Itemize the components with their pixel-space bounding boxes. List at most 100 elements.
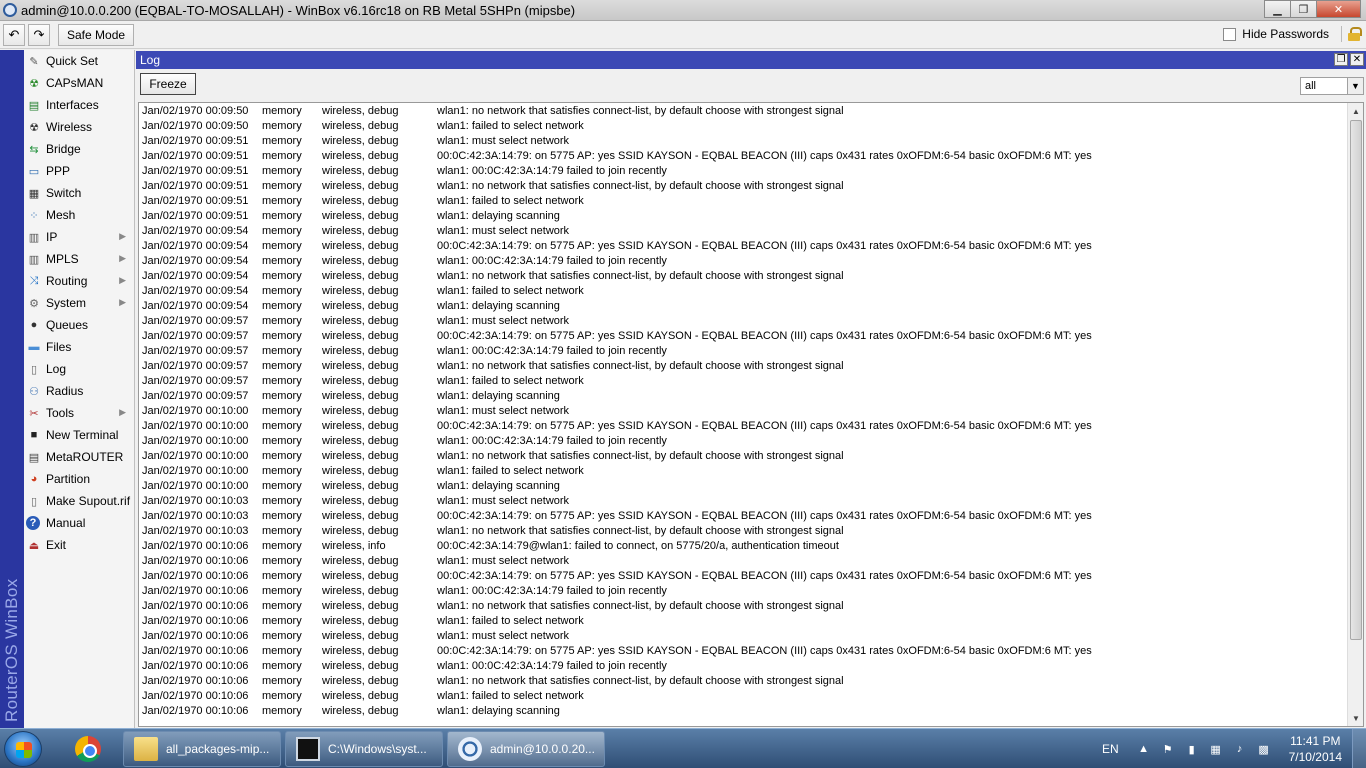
log-message: wlan1: delaying scanning bbox=[437, 209, 560, 222]
log-row[interactable]: Jan/02/1970 00:09:54 memory wireless, debu… bbox=[139, 253, 1363, 268]
sidebar-item-mpls[interactable]: ▥ MPLS ▶ bbox=[24, 248, 134, 270]
vertical-scrollbar[interactable]: ▲ ▼ bbox=[1347, 103, 1363, 726]
show-desktop-button[interactable] bbox=[1352, 729, 1366, 768]
app-tray-icon[interactable]: ▩ bbox=[1257, 742, 1271, 756]
log-row[interactable]: Jan/02/1970 00:09:54 memory wireless, debu… bbox=[139, 283, 1363, 298]
log-row[interactable]: Jan/02/1970 00:10:00 memory wireless, debu… bbox=[139, 403, 1363, 418]
log-row[interactable]: Jan/02/1970 00:09:51 memory wireless, debu… bbox=[139, 178, 1363, 193]
log-restore-button[interactable]: ❐ bbox=[1334, 53, 1348, 66]
clock[interactable]: 11:41 PM 7/10/2014 bbox=[1289, 733, 1342, 765]
log-row[interactable]: Jan/02/1970 00:09:54 memory wireless, debu… bbox=[139, 223, 1363, 238]
task-winbox[interactable]: admin@10.0.0.20... bbox=[447, 731, 605, 767]
log-row[interactable]: Jan/02/1970 00:09:50 memory wireless, debu… bbox=[139, 118, 1363, 133]
language-indicator[interactable]: EN bbox=[1102, 742, 1119, 756]
action-center-flag-icon[interactable]: ⚑ bbox=[1161, 742, 1175, 756]
sidebar-item-log[interactable]: ▯ Log bbox=[24, 358, 134, 380]
log-row[interactable]: Jan/02/1970 00:10:00 memory wireless, debu… bbox=[139, 463, 1363, 478]
close-button[interactable]: ✕ bbox=[1316, 0, 1361, 18]
sidebar-item-queues[interactable]: ● Queues bbox=[24, 314, 134, 336]
safe-mode-button[interactable]: Safe Mode bbox=[58, 23, 135, 46]
log-row[interactable]: Jan/02/1970 00:09:50 memory wireless, debu… bbox=[139, 103, 1363, 118]
log-topics: wireless, debug bbox=[322, 134, 399, 147]
redo-button[interactable]: ↷ bbox=[28, 23, 50, 46]
undo-button[interactable]: ↶ bbox=[3, 23, 25, 46]
log-row[interactable]: Jan/02/1970 00:10:03 memory wireless, debu… bbox=[139, 508, 1363, 523]
log-topics: wireless, debug bbox=[322, 584, 399, 597]
chevron-down-icon[interactable]: ▼ bbox=[1347, 78, 1363, 94]
scroll-up-icon[interactable]: ▲ bbox=[1348, 103, 1363, 119]
log-row[interactable]: Jan/02/1970 00:10:00 memory wireless, debu… bbox=[139, 478, 1363, 493]
log-close-button[interactable]: ✕ bbox=[1350, 53, 1364, 66]
log-row[interactable]: Jan/02/1970 00:10:06 memory wireless, debu… bbox=[139, 688, 1363, 703]
log-row[interactable]: Jan/02/1970 00:09:51 memory wireless, debu… bbox=[139, 208, 1363, 223]
log-row[interactable]: Jan/02/1970 00:09:57 memory wireless, debu… bbox=[139, 313, 1363, 328]
sidebar-item-new-terminal[interactable]: ■ New Terminal bbox=[24, 424, 134, 446]
log-row[interactable]: Jan/02/1970 00:10:06 memory wireless, debu… bbox=[139, 703, 1363, 718]
log-row[interactable]: Jan/02/1970 00:09:54 memory wireless, debu… bbox=[139, 298, 1363, 313]
log-row[interactable]: Jan/02/1970 00:10:06 memory wireless, debu… bbox=[139, 673, 1363, 688]
log-topics: wireless, debug bbox=[322, 389, 399, 402]
log-row[interactable]: Jan/02/1970 00:10:06 memory wireless, debu… bbox=[139, 553, 1363, 568]
task-folder[interactable]: all_packages-mip... bbox=[123, 731, 281, 767]
log-row[interactable]: Jan/02/1970 00:10:06 memory wireless, debu… bbox=[139, 613, 1363, 628]
sidebar-item-wireless[interactable]: ☢ Wireless bbox=[24, 116, 134, 138]
sidebar-item-system[interactable]: ⚙ System ▶ bbox=[24, 292, 134, 314]
log-row[interactable]: Jan/02/1970 00:10:06 memory wireless, debu… bbox=[139, 583, 1363, 598]
sidebar-item-bridge[interactable]: ⇆ Bridge bbox=[24, 138, 134, 160]
log-row[interactable]: Jan/02/1970 00:10:06 memory wireless, debu… bbox=[139, 568, 1363, 583]
log-row[interactable]: Jan/02/1970 00:09:57 memory wireless, debu… bbox=[139, 358, 1363, 373]
sidebar-item-capsman[interactable]: ☢ CAPsMAN bbox=[24, 72, 134, 94]
sidebar-item-quick-set[interactable]: ✎ Quick Set bbox=[24, 50, 134, 72]
log-topics: wireless, debug bbox=[322, 344, 399, 357]
volume-icon[interactable]: ♪ bbox=[1233, 742, 1247, 756]
log-row[interactable]: Jan/02/1970 00:10:03 memory wireless, debu… bbox=[139, 493, 1363, 508]
scrollbar-thumb[interactable] bbox=[1350, 120, 1362, 640]
log-row[interactable]: Jan/02/1970 00:10:00 memory wireless, debu… bbox=[139, 448, 1363, 463]
log-row[interactable]: Jan/02/1970 00:09:57 memory wireless, debu… bbox=[139, 343, 1363, 358]
show-hidden-icons-icon[interactable]: ▲ bbox=[1137, 742, 1151, 756]
sidebar-item-routing[interactable]: ⤨ Routing ▶ bbox=[24, 270, 134, 292]
sidebar-item-metarouter[interactable]: ▤ MetaROUTER bbox=[24, 446, 134, 468]
log-row[interactable]: Jan/02/1970 00:09:51 memory wireless, debu… bbox=[139, 133, 1363, 148]
sidebar-item-exit[interactable]: ⏏ Exit bbox=[24, 534, 134, 556]
log-filter-select[interactable]: all ▼ bbox=[1300, 77, 1364, 95]
sidebar-item-manual[interactable]: ? Manual bbox=[24, 512, 134, 534]
sidebar-item-partition[interactable]: ◕ Partition bbox=[24, 468, 134, 490]
sidebar-item-ip[interactable]: ▥ IP ▶ bbox=[24, 226, 134, 248]
task-cmd[interactable]: C:\Windows\syst... bbox=[285, 731, 443, 767]
sidebar-item-tools[interactable]: ✂ Tools ▶ bbox=[24, 402, 134, 424]
log-row[interactable]: Jan/02/1970 00:10:06 memory wireless, debu… bbox=[139, 598, 1363, 613]
log-row[interactable]: Jan/02/1970 00:09:57 memory wireless, debu… bbox=[139, 328, 1363, 343]
sidebar-item-switch[interactable]: ▦ Switch bbox=[24, 182, 134, 204]
log-row[interactable]: Jan/02/1970 00:10:00 memory wireless, debu… bbox=[139, 433, 1363, 448]
log-row[interactable]: Jan/02/1970 00:09:51 memory wireless, debu… bbox=[139, 193, 1363, 208]
log-row[interactable]: Jan/02/1970 00:10:06 memory wireless, debu… bbox=[139, 643, 1363, 658]
sidebar-item-radius[interactable]: ⚇ Radius bbox=[24, 380, 134, 402]
log-row[interactable]: Jan/02/1970 00:09:57 memory wireless, debu… bbox=[139, 388, 1363, 403]
network-icon[interactable]: ▦ bbox=[1209, 742, 1223, 756]
sidebar-item-ppp[interactable]: ▭ PPP bbox=[24, 160, 134, 182]
start-button[interactable] bbox=[4, 731, 42, 767]
chrome-taskbar-button[interactable] bbox=[60, 731, 116, 767]
log-row[interactable]: Jan/02/1970 00:10:06 memory wireless, debu… bbox=[139, 628, 1363, 643]
log-row[interactable]: Jan/02/1970 00:09:54 memory wireless, debu… bbox=[139, 238, 1363, 253]
log-message: 00:0C:42:3A:14:79: on 5775 AP: yes SSID … bbox=[437, 644, 1092, 657]
log-row[interactable]: Jan/02/1970 00:10:00 memory wireless, debu… bbox=[139, 418, 1363, 433]
sidebar-item-mesh[interactable]: ⁘ Mesh bbox=[24, 204, 134, 226]
log-row[interactable]: Jan/02/1970 00:09:51 memory wireless, debu… bbox=[139, 163, 1363, 178]
sidebar-item-interfaces[interactable]: ▤ Interfaces bbox=[24, 94, 134, 116]
sidebar-item-files[interactable]: ▬ Files bbox=[24, 336, 134, 358]
freeze-button[interactable]: Freeze bbox=[140, 73, 196, 95]
sidebar-item-make-supout-rif[interactable]: ▯ Make Supout.rif bbox=[24, 490, 134, 512]
minimize-button[interactable]: ▁ bbox=[1264, 0, 1291, 18]
log-row[interactable]: Jan/02/1970 00:10:06 memory wireless, debu… bbox=[139, 658, 1363, 673]
log-row[interactable]: Jan/02/1970 00:10:03 memory wireless, debu… bbox=[139, 523, 1363, 538]
battery-icon[interactable]: ▮ bbox=[1185, 742, 1199, 756]
log-row[interactable]: Jan/02/1970 00:09:54 memory wireless, debu… bbox=[139, 268, 1363, 283]
maximize-button[interactable]: ❐ bbox=[1290, 0, 1317, 18]
log-row[interactable]: Jan/02/1970 00:09:57 memory wireless, debu… bbox=[139, 373, 1363, 388]
hide-passwords-checkbox[interactable] bbox=[1223, 27, 1237, 41]
scroll-down-icon[interactable]: ▼ bbox=[1348, 710, 1363, 726]
log-row[interactable]: Jan/02/1970 00:10:06 memory wireless, info… bbox=[139, 538, 1363, 553]
log-row[interactable]: Jan/02/1970 00:09:51 memory wireless, debu… bbox=[139, 148, 1363, 163]
